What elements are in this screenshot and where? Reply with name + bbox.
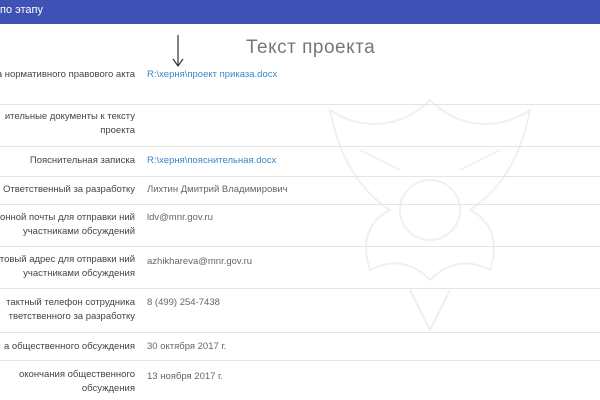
field-row: Почтовый адрес для отправки ний участник… (0, 246, 600, 289)
responsible-person: Лихтин Дмитрий Владимирович (147, 184, 288, 195)
project-file-link[interactable]: R:\херня\проект приказа.docx (147, 68, 277, 82)
field-row: Ответственный за разработку Лихтин Дмитр… (0, 176, 600, 205)
field-label: тактный телефон сотрудника тветственного… (6, 297, 135, 322)
postal-email-value: azhikhareva@mnr.gov.ru (147, 256, 253, 267)
explanatory-note-link[interactable]: R:\херня\пояснительная.docx (147, 154, 276, 168)
field-label: Пояснительная записка (29, 155, 135, 166)
top-bar-title: по этапу (0, 4, 43, 16)
field-row: ительные документы к тексту проекта (0, 104, 600, 147)
discussion-end-date: 13 ноября 2017 г. (147, 371, 223, 382)
phone-value: 8 (499) 254-7438 (147, 297, 220, 308)
field-row: кта нормативного правового акта R:\херня… (0, 60, 600, 105)
field-row: Пояснительная записка R:\херня\пояснител… (0, 146, 600, 177)
field-row: окончания общественного обсуждения 13 но… (0, 360, 600, 400)
discussion-start-date: 30 октября 2017 г. (147, 341, 227, 352)
field-label: кта нормативного правового акта (0, 69, 135, 80)
field-row: тактный телефон сотрудника тветственного… (0, 288, 600, 333)
field-row: а общественного обсуждения 30 октября 20… (0, 332, 600, 361)
field-label: а общественного обсуждения (3, 341, 135, 352)
field-label: ительные документы к тексту проекта (4, 111, 135, 136)
page-title: Текст проекта (246, 37, 376, 58)
field-label: Почтовый адрес для отправки ний участник… (0, 254, 135, 279)
email-value: ldv@mnr.gov.ru (147, 212, 213, 223)
field-label: окончания общественного обсуждения (18, 369, 135, 394)
field-label: тронной почты для отправки ний участника… (0, 212, 135, 237)
field-label: Ответственный за разработку (2, 184, 135, 195)
field-row: тронной почты для отправки ний участника… (0, 204, 600, 247)
top-bar: по этапу (0, 0, 600, 24)
